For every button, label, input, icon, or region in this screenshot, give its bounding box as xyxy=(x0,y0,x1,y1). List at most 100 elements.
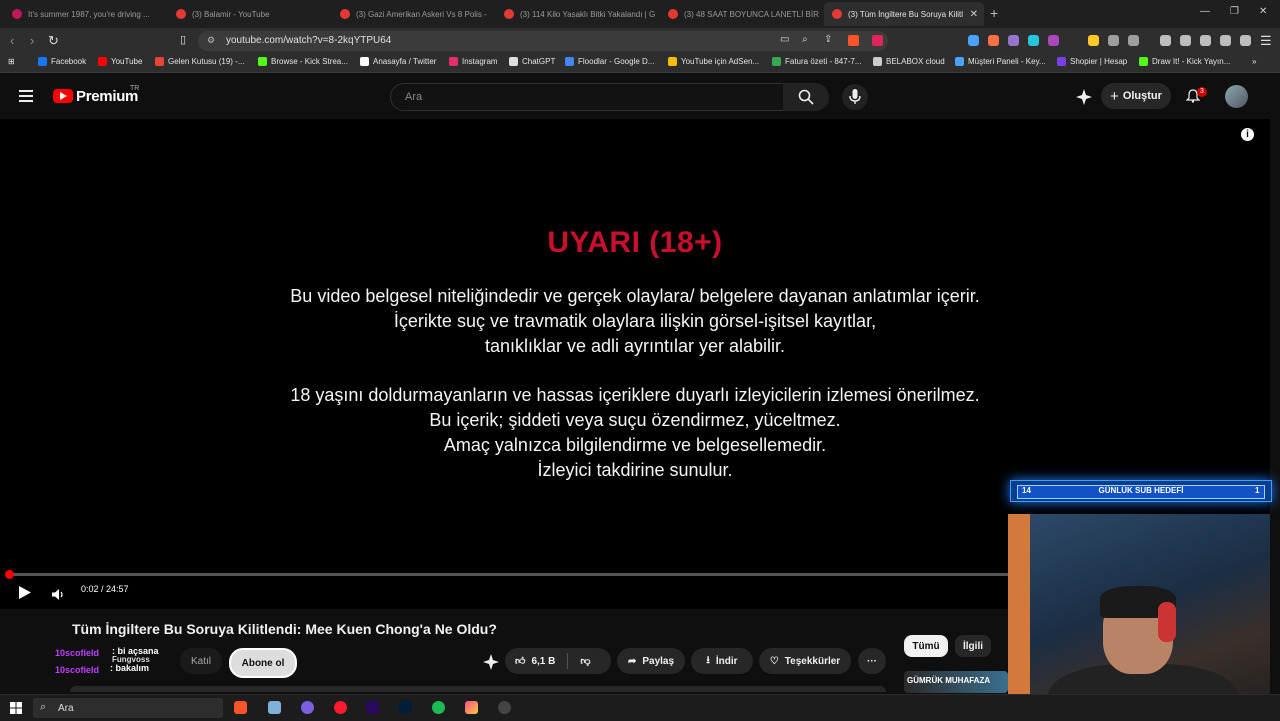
subscribe-button[interactable]: Abone ol xyxy=(229,648,297,678)
share-button[interactable]: ➦ Paylaş xyxy=(617,648,685,674)
ai-sparkle-icon[interactable] xyxy=(483,654,499,670)
bookmark-google-docs[interactable]: Floodlar - Google D... xyxy=(565,57,654,66)
instagram-app-icon[interactable] xyxy=(465,701,478,714)
extension-icon[interactable] xyxy=(1028,35,1039,46)
bookmark-gmail[interactable]: Gelen Kutusu (19) -... xyxy=(155,57,244,66)
volume-button[interactable] xyxy=(52,587,64,605)
site-info-icon[interactable]: ⚙ xyxy=(207,35,215,46)
bookmark-musteri-paneli[interactable]: Müşteri Paneli - Key... xyxy=(955,57,1046,66)
bookmark-adsense[interactable]: YouTube için AdSen... xyxy=(668,57,759,66)
brave-rewards-icon[interactable] xyxy=(872,35,883,46)
warning-title: UYARI (18+) xyxy=(547,226,723,259)
voice-search-button[interactable] xyxy=(842,84,868,110)
ai-sparkle-icon[interactable] xyxy=(1076,89,1092,105)
bookmark-icon[interactable]: ▯ xyxy=(180,33,186,46)
opera-icon[interactable] xyxy=(334,701,347,714)
sidebar-icon[interactable] xyxy=(1180,35,1191,46)
search-input[interactable] xyxy=(403,90,757,104)
forward-icon[interactable]: › xyxy=(30,33,34,48)
download-button[interactable]: ⭳ İndir xyxy=(691,648,753,674)
bookmark-twitter[interactable]: Anasayfa / Twitter xyxy=(360,57,436,66)
thanks-button[interactable]: ♡ Teşekkürler xyxy=(759,648,851,674)
new-tab-icon[interactable]: + xyxy=(990,5,998,21)
browser-tab[interactable]: (3) 114 Kilo Yasaklı Bitki Yakalandı | G xyxy=(496,4,656,24)
progress-bar[interactable] xyxy=(5,570,1008,579)
wallet-icon[interactable] xyxy=(1200,35,1211,46)
brave-browser-icon[interactable] xyxy=(234,701,247,714)
browser-tab-active[interactable]: (3) Tüm İngiltere Bu Soruya Kilitl ✕ xyxy=(824,2,984,26)
vpn-icon[interactable] xyxy=(1240,35,1251,46)
create-button[interactable]: + Oluştur xyxy=(1101,83,1171,109)
bookmark-chatgpt[interactable]: ChatGPT xyxy=(509,57,555,66)
browser-tab[interactable]: (3) Balamir - YouTube xyxy=(168,4,328,24)
bookmark-belabox[interactable]: BELABOX cloud xyxy=(873,57,945,66)
youtube-premium-logo[interactable]: Premium xyxy=(76,88,138,105)
x-twitter-icon xyxy=(360,57,369,66)
obs-icon[interactable] xyxy=(301,701,314,714)
bookmarks-bar: ⊞ Facebook YouTube Gelen Kutusu (19) -..… xyxy=(0,54,1280,73)
photoshop-icon[interactable] xyxy=(399,701,412,714)
more-actions-button[interactable]: ··· xyxy=(858,648,886,674)
browser-tab[interactable]: (3) Gazi Amerikan Askeri Vs 8 Polis - xyxy=(332,4,492,24)
app-icon[interactable] xyxy=(498,701,511,714)
extensions-puzzle-icon[interactable] xyxy=(1108,35,1119,46)
search-button[interactable] xyxy=(783,83,829,111)
tab-search-icon[interactable] xyxy=(1128,35,1139,46)
extension-icon[interactable] xyxy=(1008,35,1019,46)
notification-count-badge: 3 xyxy=(1197,87,1207,97)
description-box[interactable] xyxy=(70,686,886,692)
info-icon[interactable]: i xyxy=(1241,128,1254,141)
extension-icon[interactable] xyxy=(1048,35,1059,46)
taskbar-search[interactable]: ⌕ Ara xyxy=(33,698,223,718)
premiere-pro-icon[interactable] xyxy=(366,701,379,714)
leo-ai-icon[interactable] xyxy=(1220,35,1231,46)
brave-shields-icon[interactable] xyxy=(848,35,859,46)
reload-icon[interactable]: ↻ xyxy=(48,33,59,49)
restore-icon[interactable]: ❐ xyxy=(1230,6,1239,17)
close-tab-icon[interactable]: ✕ xyxy=(970,9,978,20)
extension-icon[interactable] xyxy=(968,35,979,46)
spotify-icon[interactable] xyxy=(432,701,445,714)
address-bar[interactable]: ⚙ youtube.com/watch?v=8-2kqYTPU64 ▭ ⌕ ⇪ xyxy=(198,31,888,51)
bookmark-shopier[interactable]: Shopier | Hesap xyxy=(1057,57,1127,66)
bookmark-kick[interactable]: Browse - Kick Strea... xyxy=(258,57,348,66)
minimize-icon[interactable]: — xyxy=(1200,6,1210,17)
globe-icon xyxy=(873,57,882,66)
search-icon: ⌕ xyxy=(40,701,47,713)
cast-icon[interactable]: ▭ xyxy=(780,34,789,45)
share-icon[interactable]: ⇪ xyxy=(824,34,832,45)
related-video-thumbnail[interactable]: GÜMRÜK MUHAFAZA xyxy=(904,671,1008,693)
menu-icon[interactable]: ☰ xyxy=(1260,33,1272,49)
facebook-icon xyxy=(38,57,47,66)
apps-icon[interactable]: ⊞ xyxy=(8,57,15,66)
browser-tab[interactable]: (3) 48 SAAT BOYUNCA LANETLİ BİR xyxy=(660,4,820,24)
close-window-icon[interactable]: ✕ xyxy=(1259,6,1267,17)
media-icon[interactable] xyxy=(1160,35,1171,46)
extension-icon[interactable] xyxy=(988,35,999,46)
app-icon[interactable] xyxy=(268,701,281,714)
chip-related[interactable]: İlgili xyxy=(955,635,991,657)
more-bookmarks-icon[interactable]: » xyxy=(1252,57,1256,66)
bookmark-facebook[interactable]: Facebook xyxy=(38,57,86,66)
youtube-logo-icon[interactable] xyxy=(53,89,73,103)
thumbs-up-icon[interactable]: 👍︎ xyxy=(515,655,525,667)
menu-hamburger-icon[interactable] xyxy=(19,90,33,102)
like-count[interactable]: 6,1 B xyxy=(531,656,555,667)
bookmark-instagram[interactable]: Instagram xyxy=(449,57,498,66)
extension-icon[interactable] xyxy=(1088,35,1099,46)
back-icon[interactable]: ‹ xyxy=(10,33,14,48)
bookmark-fatura[interactable]: Fatura özeti - 847-7... xyxy=(772,57,861,66)
join-button[interactable]: Katıl xyxy=(180,648,222,674)
zoom-icon[interactable]: ⌕ xyxy=(802,34,808,45)
windows-start-icon[interactable] xyxy=(10,701,22,714)
sub-goal-widget: 14 GÜNLÜK SUB HEDEFİ 1 xyxy=(1010,480,1272,502)
browser-tab[interactable]: It's summer 1987, you're driving ... xyxy=(4,4,164,24)
bookmark-draw-it[interactable]: Draw It! - Kick Yayın... xyxy=(1139,57,1230,66)
chip-all[interactable]: Tümü xyxy=(904,635,948,657)
avatar[interactable] xyxy=(1225,85,1248,108)
search-box[interactable] xyxy=(390,83,784,111)
thumbs-down-icon[interactable]: 👎︎ xyxy=(580,655,590,667)
play-button[interactable] xyxy=(19,586,31,604)
play-icon xyxy=(19,586,31,599)
bookmark-youtube[interactable]: YouTube xyxy=(98,57,142,66)
